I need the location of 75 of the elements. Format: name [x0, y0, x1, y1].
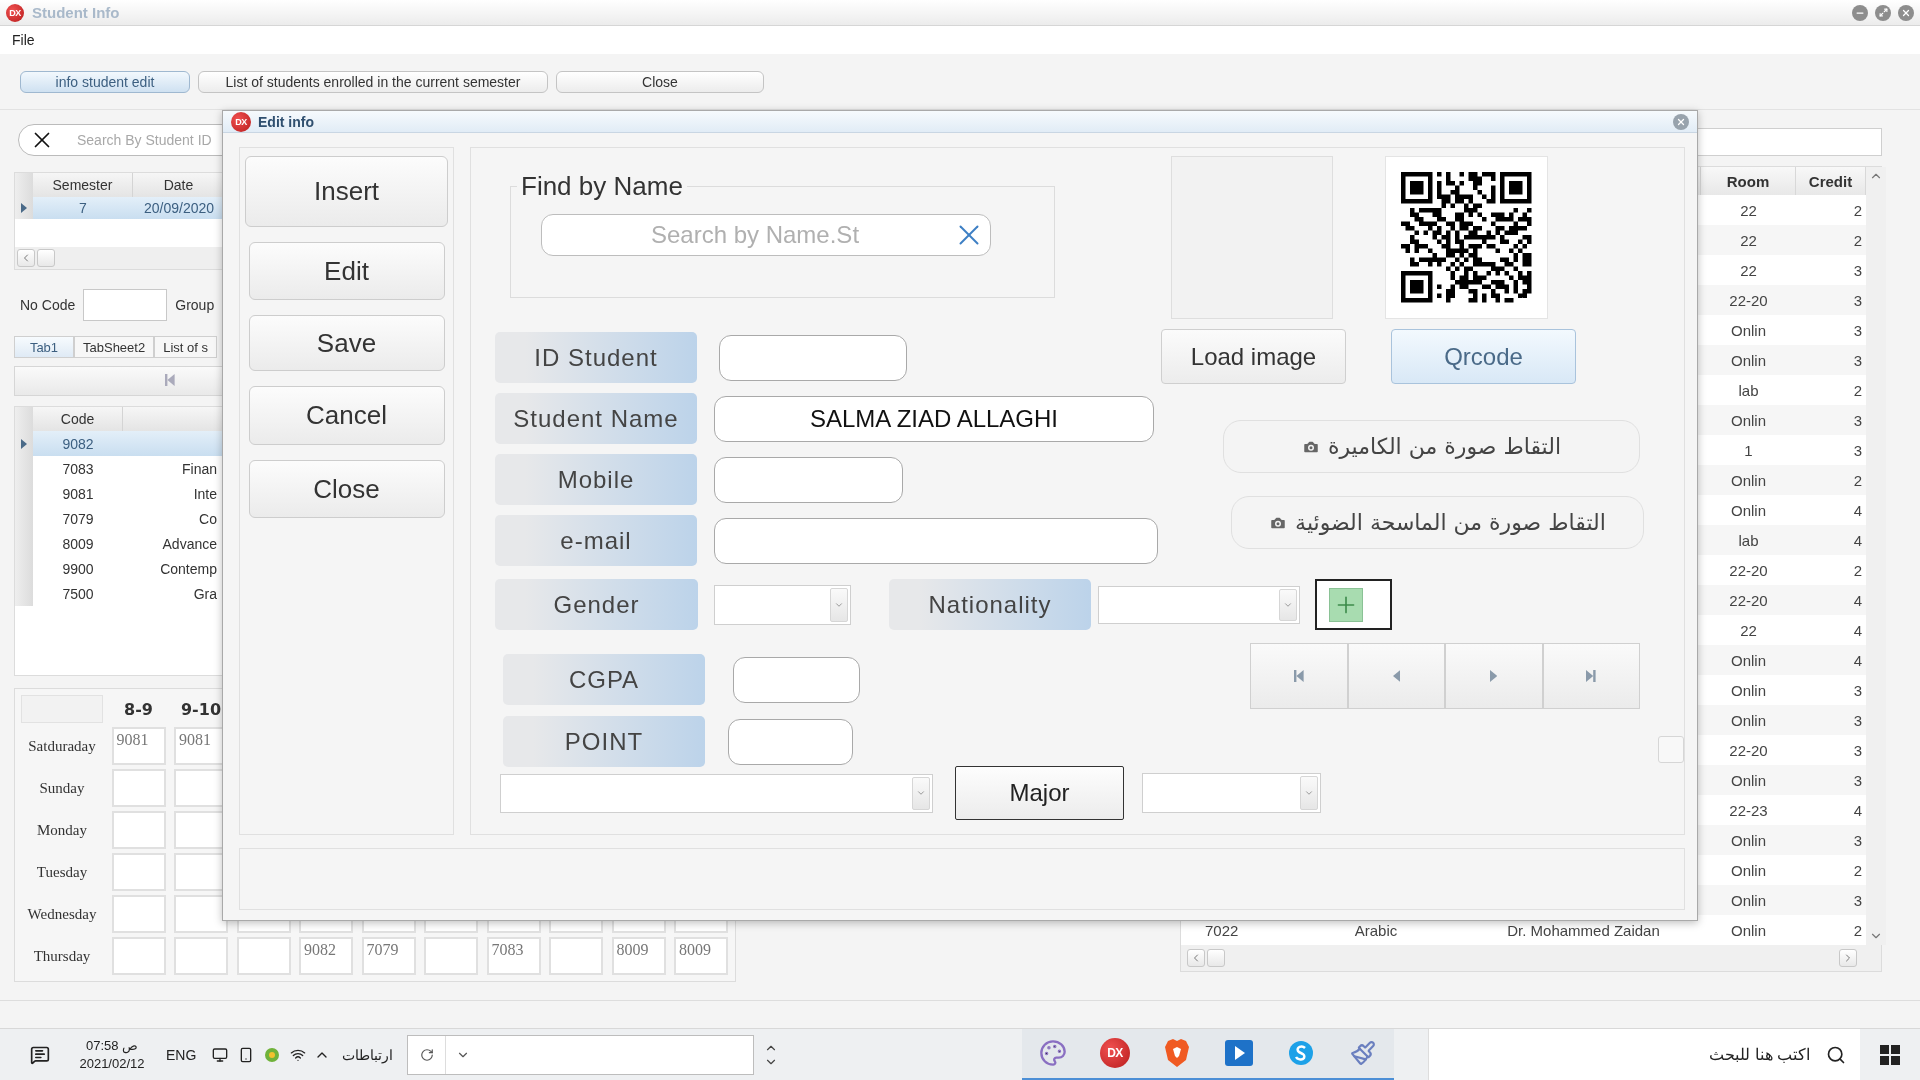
table-cell: 3	[1796, 765, 1866, 795]
field-label: CGPA	[503, 654, 705, 705]
table-cell-text: 9082	[61, 434, 95, 454]
field-label: Gender	[495, 579, 698, 630]
column-header: Code	[33, 407, 123, 431]
table-cell-text: 7083	[61, 459, 95, 479]
table-cell-text: Co	[198, 509, 218, 529]
app-logo: DX	[1100, 1038, 1130, 1068]
app-logo: DX	[231, 111, 251, 132]
table-cell: Onlin	[1701, 885, 1796, 915]
table-cell: 3	[1796, 405, 1866, 435]
day-label: Tuesday	[35, 862, 89, 882]
table-cell-text: 7500	[61, 584, 95, 604]
table-cell: 3	[1796, 705, 1866, 735]
table-cell: Onlin	[1701, 405, 1796, 435]
app-logo: DX	[6, 3, 24, 22]
dialog-title: Edit info	[258, 113, 314, 130]
column-header: Date	[133, 173, 225, 197]
field-label: Nationality	[889, 579, 1091, 630]
timetable-cell: 8009	[674, 937, 728, 975]
window-title: Student Info	[32, 4, 120, 21]
timetable-cell: 9081	[111, 727, 166, 765]
field-label: e-mail	[495, 515, 697, 566]
toolbar-label: ارتباطات	[342, 1046, 394, 1063]
day-label: Thursday	[32, 946, 92, 966]
table-cell: Onlin	[1701, 465, 1796, 495]
column-header: Credit	[1796, 167, 1866, 195]
table-cell-text: 7	[78, 199, 88, 218]
table-cell-text: 8009	[61, 534, 95, 554]
table-cell: lab	[1701, 525, 1796, 555]
table-cell-text: 7079	[61, 509, 95, 529]
table-cell-text: 9081	[61, 484, 95, 504]
table-cell-text: Inte	[192, 484, 218, 504]
table-cell: 4	[1796, 645, 1866, 675]
table-cell: 22-20	[1701, 285, 1796, 315]
table-cell: 22	[1701, 225, 1796, 255]
field-label: POINT	[503, 716, 705, 767]
table-cell: 4	[1796, 525, 1866, 555]
table-cell: 4	[1796, 585, 1866, 615]
time-slot-header: 9-10	[179, 698, 222, 721]
timetable-cell: 7079	[361, 937, 416, 975]
table-cell: Onlin	[1701, 825, 1796, 855]
table-cell: 2	[1796, 465, 1866, 495]
timetable-cell: 7083	[486, 937, 541, 975]
day-label: Sunday	[38, 778, 86, 798]
table-cell-text: Advance	[161, 534, 218, 554]
time-slot-header: 8-9	[123, 698, 154, 721]
field-label: No Code	[20, 297, 76, 313]
table-cell: 3	[1796, 885, 1866, 915]
group-title: Find by Name	[520, 171, 684, 202]
table-cell: 3	[1796, 825, 1866, 855]
table-cell: 3	[1796, 345, 1866, 375]
table-cell: Onlin	[1701, 345, 1796, 375]
day-label: Satduraday	[27, 736, 97, 756]
timetable-cell: 9082	[299, 937, 353, 975]
table-cell-text: Contemp	[159, 559, 218, 579]
table-cell: Onlin	[1701, 645, 1796, 675]
field-label: Student Name	[495, 393, 697, 444]
table-cell-text: Gra	[192, 584, 218, 604]
table-cell: 22-20	[1701, 585, 1796, 615]
field-label: Group	[175, 297, 215, 313]
table-cell-text: 20/09/2020	[142, 199, 216, 218]
field-label: ID Student	[495, 332, 697, 383]
day-label: Wednesday	[26, 904, 98, 924]
table-cell: 3	[1796, 285, 1866, 315]
table-cell: Onlin	[1701, 765, 1796, 795]
table-cell: Onlin	[1701, 705, 1796, 735]
column-header: Room	[1701, 167, 1796, 195]
field-label: Mobile	[495, 454, 697, 505]
day-label: Monday	[36, 820, 88, 840]
table-cell-text: 9900	[61, 559, 95, 579]
table-cell-text: Finan	[180, 459, 218, 479]
column-header: Semester	[33, 173, 133, 197]
timetable-cell: 8009	[611, 937, 666, 975]
table-cell: 2	[1796, 225, 1866, 255]
